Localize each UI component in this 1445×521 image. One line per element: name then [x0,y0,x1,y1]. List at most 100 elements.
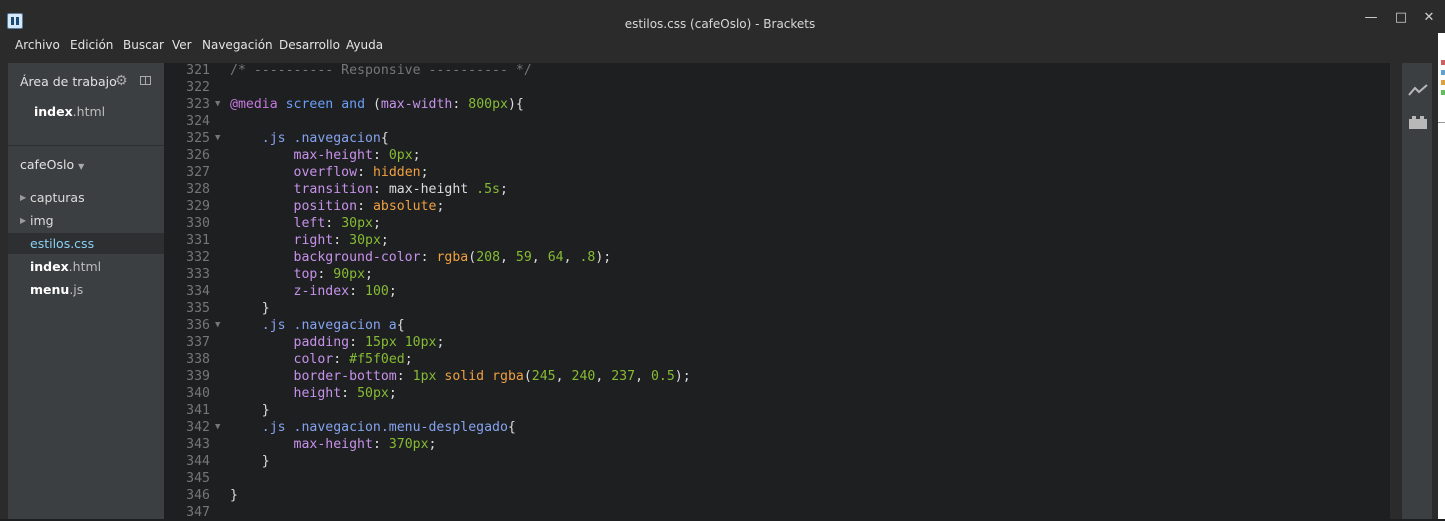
code-token: 15px 10px [365,335,437,350]
code-token: : [341,386,358,401]
gear-icon[interactable]: ⚙ [115,73,128,89]
menu-ayuda[interactable]: Ayuda [346,38,383,52]
code-token: .js .navegacion a [261,318,397,333]
code-token: max-height [293,437,373,452]
tree-item-label: index.html [30,256,101,277]
code-line[interactable]: 337 padding: 15px 10px; [164,334,1390,351]
menu-desarrollo[interactable]: Desarrollo [279,38,340,52]
code-line[interactable]: 345 [164,470,1390,487]
code-token: : [349,284,365,299]
code-token: max-width [380,97,453,112]
code-token: 100 [365,284,389,299]
code-token: ; [372,216,381,231]
code-line[interactable]: 336 ▼ .js .navegacion a{ [164,317,1390,334]
code-line[interactable]: 326 max-height: 0px; [164,147,1390,164]
working-file-index[interactable]: index.html [34,104,105,119]
maximize-button[interactable]: □ [1392,11,1410,25]
live-preview-icon[interactable] [1408,83,1428,97]
editor-scrollbar[interactable] [1390,63,1402,519]
tree-folder-img[interactable]: ▶ img [8,210,164,231]
tree-file-menu-js[interactable]: menu.js [8,279,164,300]
code-token: } [230,301,270,316]
code-token: : [357,165,373,180]
menu-edicion[interactable]: Edición [70,38,113,52]
split-view-icon[interactable] [140,76,151,85]
code-token: 30px [349,233,381,248]
code-token: ; [404,352,413,367]
code-token: : max-height [372,182,477,197]
extension-manager-icon[interactable] [1408,115,1428,129]
code-text: .js .navegacion a{ [230,317,405,334]
code-line[interactable]: 330 left: 30px; [164,215,1390,232]
code-line[interactable]: 335 } [164,300,1390,317]
code-line[interactable]: 332 background-color: rgba(208, 59, 64, … [164,249,1390,266]
code-token: : [396,369,413,384]
code-token: color [293,352,334,367]
menu-buscar[interactable]: Buscar [123,38,164,52]
code-token: #f5f0ed [349,352,405,367]
code-token: ; [388,284,397,299]
code-line[interactable]: 334 z-index: 100; [164,283,1390,300]
close-button[interactable]: ✕ [1420,11,1438,25]
fold-arrow-icon[interactable]: ▼ [215,317,220,334]
caret-down-icon: ▼ [78,162,85,171]
line-number: 330 [186,216,210,231]
minimize-button[interactable]: — [1362,11,1380,25]
menu-navegacion[interactable]: Navegación [202,38,273,52]
code-line[interactable]: 338 color: #f5f0ed; [164,351,1390,368]
menu-archivo[interactable]: Archivo [15,38,60,52]
code-token: { [396,318,405,333]
code-token: : [452,97,469,112]
tree-file-estilos-css[interactable]: estilos.css [8,233,164,254]
line-number: 346 [186,488,210,503]
code-token: : [372,437,389,452]
line-number: 324 [186,114,210,129]
code-line[interactable]: 342 ▼ .js .navegacion.menu-desplegado{ [164,419,1390,436]
code-line[interactable]: 324 [164,113,1390,130]
menu-ver[interactable]: Ver [172,38,192,52]
code-text: right: 30px; [230,232,389,249]
code-token: ; [428,437,437,452]
code-line[interactable]: 343 max-height: 370px; [164,436,1390,453]
code-token: 370px [388,437,429,452]
code-line[interactable]: 329 position: absolute; [164,198,1390,215]
code-text: } [230,300,270,317]
code-token: absolute [372,199,437,214]
project-dropdown[interactable]: cafeOslo ▼ [20,157,84,172]
line-number: 347 [186,505,210,520]
code-line[interactable]: 339 border-bottom: 1px solid rgba(245, 2… [164,368,1390,385]
code-line[interactable]: 323 ▼ @media screen and (max-width: 800px)… [164,96,1390,113]
code-token: transition [293,182,373,197]
code-line[interactable]: 347 [164,504,1390,521]
line-number: 339 [186,369,210,384]
code-token: 0.5 [650,369,675,384]
code-token: .5s [476,182,500,197]
code-line[interactable]: 327 overflow: hidden; [164,164,1390,181]
code-line[interactable]: 321 /* ---------- Responsive ---------- *… [164,62,1390,79]
code-line[interactable]: 346} [164,487,1390,504]
code-token: screen [285,97,334,112]
code-editor[interactable]: 321 /* ---------- Responsive ---------- *… [164,62,1390,521]
tree-file-index-html[interactable]: index.html [8,256,164,277]
line-number: 329 [186,199,210,214]
fold-arrow-icon[interactable]: ▼ [215,96,220,113]
fold-arrow-icon[interactable]: ▼ [215,419,220,436]
code-line[interactable]: 325 ▼ .js .navegacion{ [164,130,1390,147]
code-line[interactable]: 331 right: 30px; [164,232,1390,249]
fold-arrow-icon[interactable]: ▼ [215,130,220,147]
code-line[interactable]: 344 } [164,453,1390,470]
code-line[interactable]: 328 transition: max-height .5s; [164,181,1390,198]
code-line[interactable]: 341 } [164,402,1390,419]
code-line[interactable]: 340 height: 50px; [164,385,1390,402]
code-token: solid [444,369,485,384]
code-token: , [555,369,572,384]
code-token: 1px [412,369,437,384]
tree-folder-capturas[interactable]: ▶ capturas [8,187,164,208]
code-line[interactable]: 322 [164,79,1390,96]
code-line[interactable]: 333 top: 90px; [164,266,1390,283]
